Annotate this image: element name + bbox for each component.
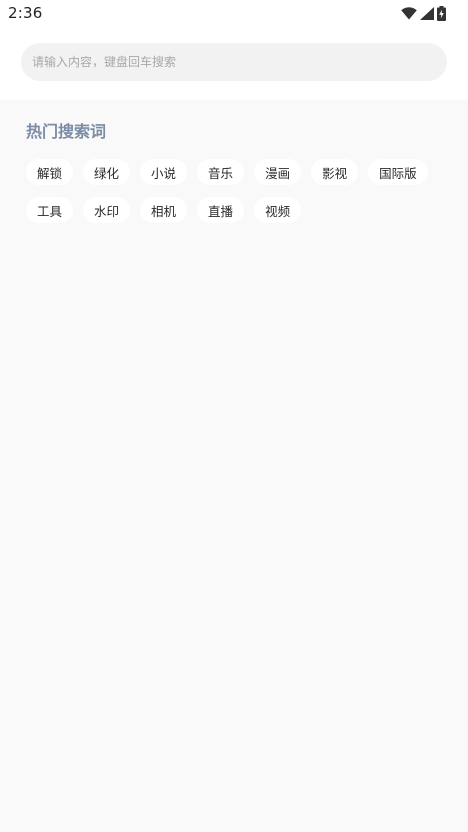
wifi-icon [401,6,417,20]
status-icons [401,5,446,21]
status-time: 2:36 [8,4,43,22]
hot-search-tag[interactable]: 解锁 [26,159,74,185]
hot-search-tag[interactable]: 工具 [26,197,74,223]
battery-charging-icon [437,5,446,21]
hot-search-tag[interactable]: 影视 [311,159,359,185]
status-bar: 2:36 [0,0,468,26]
hot-search-tag[interactable]: 小说 [140,159,188,185]
hot-search-tag[interactable]: 相机 [140,197,188,223]
search-box[interactable] [21,43,447,81]
hot-search-tag[interactable]: 视频 [254,197,302,223]
hot-search-tag[interactable]: 国际版 [368,159,428,185]
hot-search-tag[interactable]: 直播 [197,197,245,223]
hot-search-tags: 解锁 绿化 小说 音乐 漫画 影视 国际版 工具 水印 相机 直播 视频 [26,159,446,235]
search-header [0,26,468,100]
hot-search-tag[interactable]: 音乐 [197,159,245,185]
hot-search-tag[interactable]: 绿化 [83,159,131,185]
tag-row: 解锁 绿化 小说 音乐 漫画 影视 国际版 [26,159,446,185]
tag-row: 工具 水印 相机 直播 视频 [26,197,446,223]
hot-search-tag[interactable]: 水印 [83,197,131,223]
hot-search-tag[interactable]: 漫画 [254,159,302,185]
hot-searches-title: 热门搜索词 [26,122,107,141]
signal-icon [420,6,434,20]
search-input[interactable] [32,43,447,81]
